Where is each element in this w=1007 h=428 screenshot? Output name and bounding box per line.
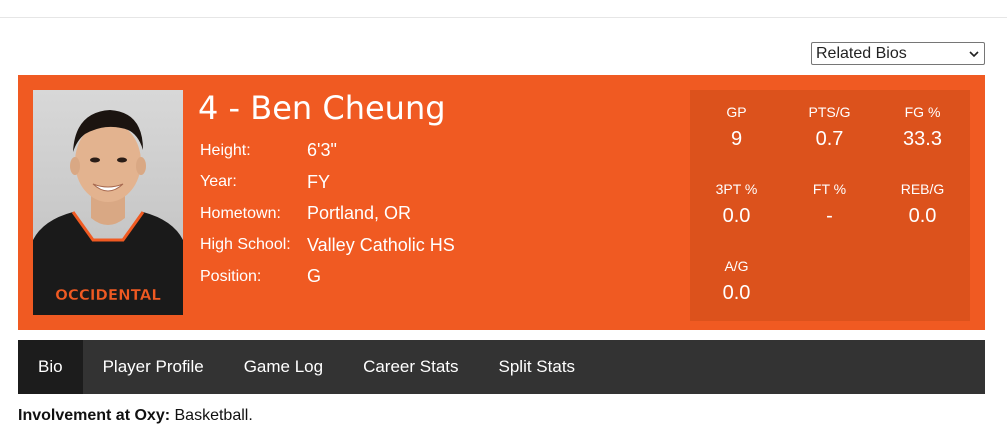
- stat-3pt-pct: 3PT % 0.0: [690, 181, 783, 228]
- top-bar: [0, 0, 1007, 18]
- fact-row-year: Year: FY: [200, 167, 455, 199]
- stat-value: 0.0: [908, 205, 937, 227]
- bio-tabs: Bio Player Profile Game Log Career Stats…: [18, 340, 985, 394]
- stat-value: 9: [730, 128, 743, 150]
- stat-label: GP: [726, 104, 747, 120]
- tab-game-log[interactable]: Game Log: [224, 340, 343, 394]
- involvement-line: Involvement at Oxy: Basketball.: [18, 407, 253, 425]
- stat-value: 0.0: [722, 205, 751, 227]
- fact-row-hometown: Hometown: Portland, OR: [200, 198, 455, 230]
- fact-value: FY: [307, 171, 331, 192]
- stat-label: A/G: [724, 258, 749, 274]
- stat-value: 0.0: [722, 282, 751, 304]
- stat-ft-pct: FT % -: [783, 181, 876, 228]
- fact-value: Portland, OR: [307, 203, 412, 224]
- stats-panel: GP 9 PTS/G 0.7 FG % 33.3 3PT % 0.0 FT % …: [690, 90, 970, 321]
- stat-value: 0.7: [815, 128, 844, 150]
- tab-career-stats[interactable]: Career Stats: [343, 340, 478, 394]
- related-bios-select[interactable]: Related Bios: [811, 42, 985, 65]
- stat-label: 3PT %: [715, 181, 758, 197]
- tab-split-stats[interactable]: Split Stats: [479, 340, 596, 394]
- fact-value: Valley Catholic HS: [307, 234, 455, 255]
- stat-pts-g: PTS/G 0.7: [783, 104, 876, 151]
- fact-row-height: Height: 6'3": [200, 135, 455, 167]
- stat-gp: GP 9: [690, 104, 783, 151]
- stat-a-g: A/G 0.0: [690, 258, 783, 305]
- stat-label: FG %: [904, 104, 941, 120]
- involvement-label: Involvement at Oxy:: [18, 407, 171, 424]
- involvement-value: Basketball.: [174, 407, 253, 424]
- player-name: 4 - Ben Cheung: [198, 89, 446, 127]
- player-photo: OCCIDENTAL: [33, 90, 183, 315]
- tab-player-profile[interactable]: Player Profile: [83, 340, 224, 394]
- fact-value: 6'3": [307, 140, 337, 161]
- fact-row-high-school: High School: Valley Catholic HS: [200, 230, 455, 262]
- fact-row-position: Position: G: [200, 261, 455, 293]
- chevron-down-icon: [968, 48, 980, 60]
- related-bios-selected: Related Bios: [816, 44, 907, 62]
- stat-value: 33.3: [903, 128, 942, 150]
- stat-label: REB/G: [900, 181, 945, 197]
- fact-label: High School:: [200, 236, 291, 254]
- fact-label: Year:: [200, 173, 237, 191]
- stat-fg-pct: FG % 33.3: [876, 104, 969, 151]
- svg-text:OCCIDENTAL: OCCIDENTAL: [55, 286, 161, 304]
- player-facts: Height: 6'3" Year: FY Hometown: Portland…: [200, 135, 455, 293]
- fact-label: Position:: [200, 267, 262, 285]
- fact-label: Hometown:: [200, 204, 281, 222]
- stat-reb-g: REB/G 0.0: [876, 181, 969, 228]
- fact-value: G: [307, 266, 322, 287]
- stat-label: FT %: [812, 181, 847, 197]
- tab-bio[interactable]: Bio: [18, 340, 83, 394]
- player-hero: OCCIDENTAL 4 - Ben Cheung Height: 6'3" Y…: [18, 75, 985, 330]
- stat-value: -: [826, 205, 833, 227]
- stat-label: PTS/G: [808, 104, 851, 120]
- fact-label: Height:: [200, 141, 251, 159]
